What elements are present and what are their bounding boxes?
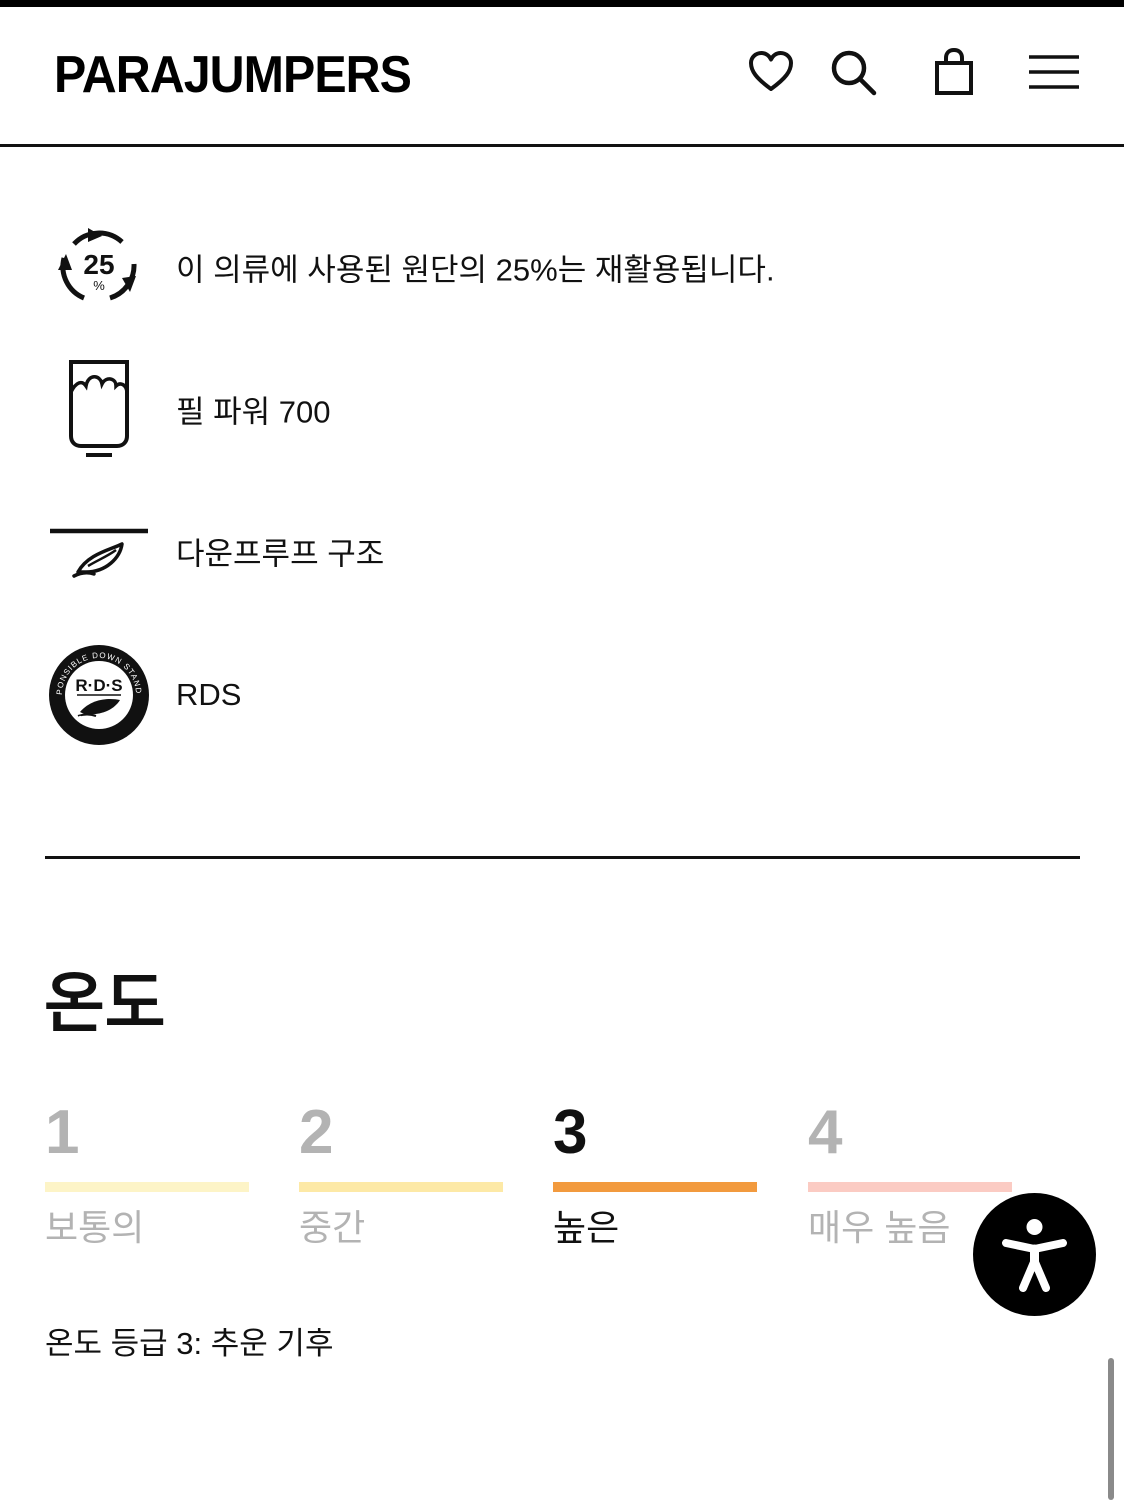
menu-icon[interactable] bbox=[1028, 47, 1080, 97]
top-border bbox=[0, 0, 1124, 7]
level-bar bbox=[553, 1182, 757, 1192]
temperature-level-2[interactable]: 2 중간 bbox=[299, 1098, 503, 1250]
temperature-rating-description: 온도 등급 3: 추운 기후 bbox=[45, 1326, 334, 1361]
level-number: 2 bbox=[299, 1098, 334, 1167]
scrollbar-thumb[interactable] bbox=[1108, 1358, 1114, 1500]
temperature-title: 온도 bbox=[44, 966, 166, 1040]
feature-text: RDS bbox=[176, 677, 242, 712]
feature-text: 필 파워 700 bbox=[176, 394, 331, 430]
temperature-level-3[interactable]: 3 높은 bbox=[553, 1098, 757, 1250]
level-label: 중간 bbox=[299, 1207, 366, 1248]
level-number: 1 bbox=[45, 1098, 80, 1167]
temperature-scale: 1 보통의 2 중간 3 높은 4 매우 높음 bbox=[45, 1098, 1045, 1258]
rds-center-text: R·D·S bbox=[75, 676, 122, 695]
recycle-icon-number: 25 bbox=[83, 249, 114, 280]
section-divider bbox=[45, 856, 1080, 859]
temperature-level-1[interactable]: 1 보통의 bbox=[45, 1098, 249, 1250]
level-bar bbox=[299, 1182, 503, 1192]
feature-text: 다운프루프 구조 bbox=[176, 536, 385, 572]
feature-recycled: 25 % 이 의류에 사용된 원단의 25%는 재활용됩니다. bbox=[0, 212, 1124, 322]
level-label: 높은 bbox=[553, 1207, 620, 1248]
search-icon[interactable] bbox=[828, 47, 878, 97]
recycle-icon-unit: % bbox=[93, 278, 105, 293]
feature-downproof: 다운프루프 구조 bbox=[0, 496, 1124, 606]
level-bar bbox=[45, 1182, 249, 1192]
shopping-bag-icon[interactable] bbox=[929, 47, 979, 97]
recycle-25-percent-icon: 25 % bbox=[44, 212, 154, 322]
brand-logo[interactable]: PARAJUMPERS bbox=[54, 45, 412, 105]
rds-certified-icon: RESPONSIBLE DOWN STANDARD R·D·S CERTIFIE… bbox=[41, 633, 154, 750]
level-label: 보통의 bbox=[45, 1207, 145, 1248]
feature-text: 이 의류에 사용된 원단의 25%는 재활용됩니다. bbox=[176, 252, 775, 288]
site-header: PARAJUMPERS bbox=[0, 7, 1124, 147]
feature-fill-power: 필 파워 700 bbox=[0, 354, 1124, 464]
level-number: 4 bbox=[808, 1098, 843, 1167]
level-bar bbox=[808, 1182, 1012, 1192]
fill-power-icon bbox=[44, 354, 154, 464]
feature-rds: RESPONSIBLE DOWN STANDARD R·D·S CERTIFIE… bbox=[0, 633, 1124, 750]
accessibility-button[interactable] bbox=[973, 1193, 1096, 1316]
accessibility-icon bbox=[1002, 1219, 1067, 1292]
heart-icon[interactable] bbox=[746, 47, 796, 97]
level-number: 3 bbox=[553, 1098, 588, 1167]
downproof-feather-icon bbox=[48, 496, 150, 606]
